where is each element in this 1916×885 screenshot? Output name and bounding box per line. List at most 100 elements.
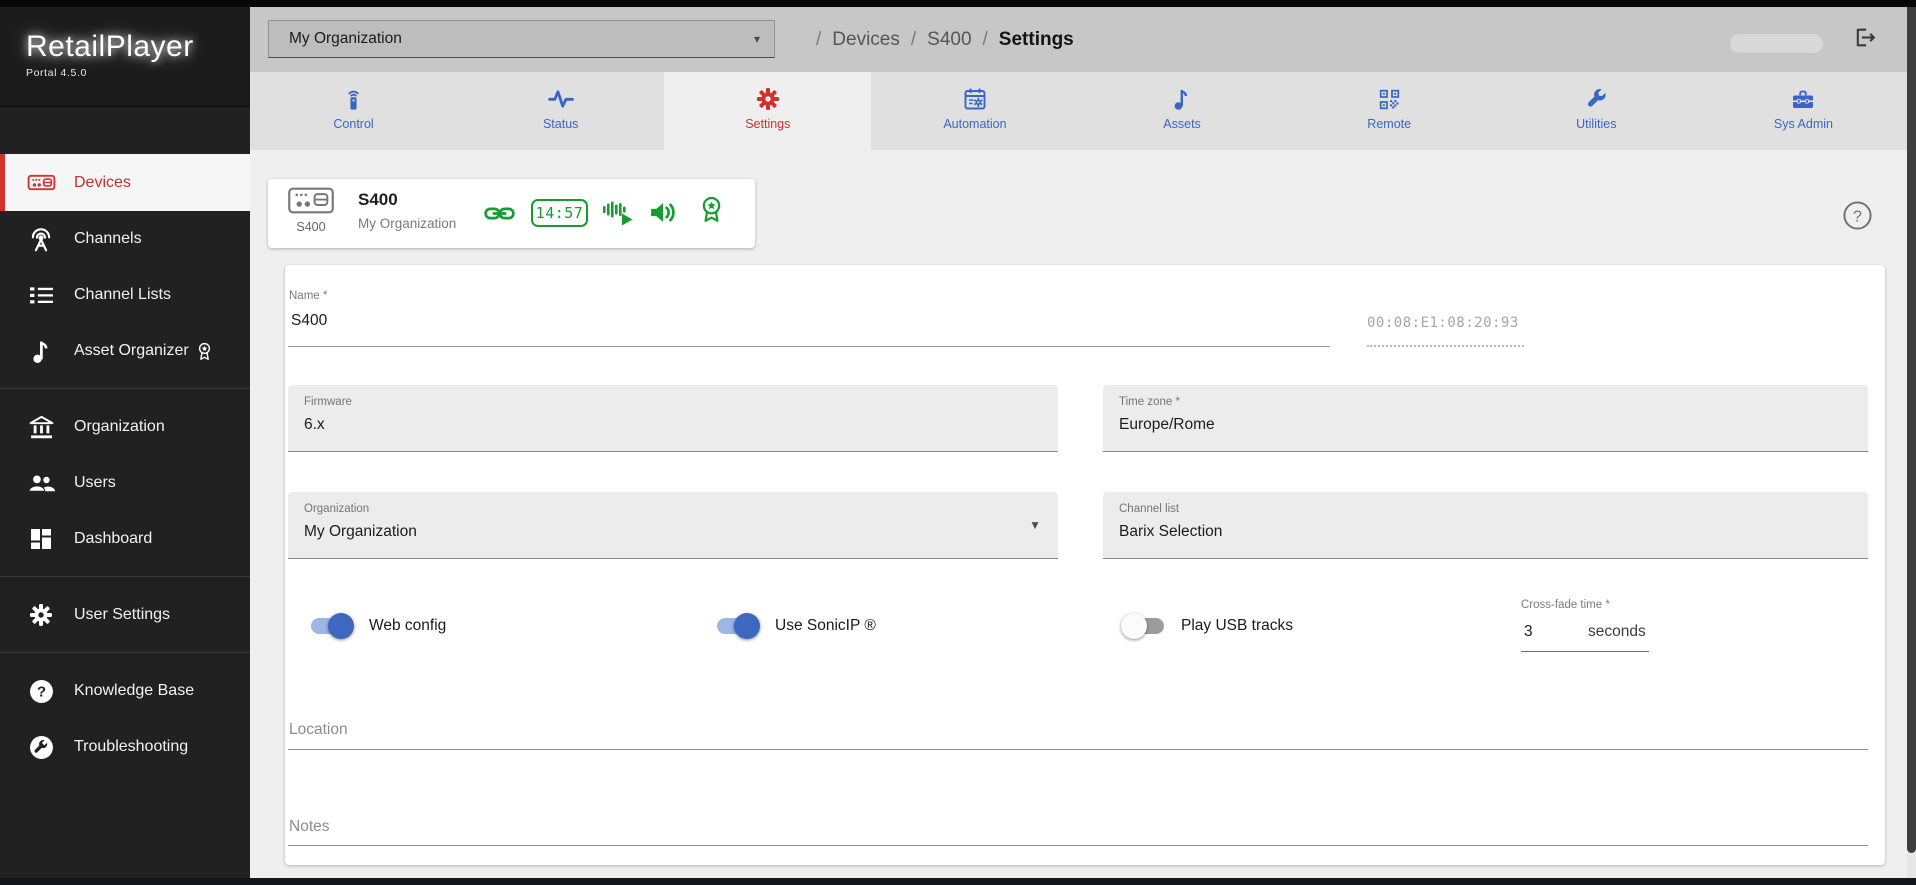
toggle-label: Web config (369, 617, 447, 634)
sidebar-item-label: Troubleshooting (74, 738, 189, 755)
notes-input[interactable]: Notes (289, 818, 330, 836)
music-note-icon (25, 335, 57, 367)
chevron-down-icon: ▼ (1029, 518, 1041, 532)
gear-icon (756, 85, 780, 113)
firmware-value: 6.x (304, 416, 325, 433)
sidebar-item-label: Knowledge Base (74, 682, 195, 699)
toggle-label: Use SonicIP ® (775, 617, 876, 634)
tab-automation[interactable]: Automation (871, 72, 1078, 150)
tab-status[interactable]: Status (457, 72, 664, 150)
breadcrumb-separator: / (982, 28, 988, 50)
remote-control-icon (342, 85, 365, 113)
list-icon (25, 279, 57, 311)
sidebar-item-users[interactable]: Users (0, 455, 250, 511)
tab-label: Settings (745, 117, 791, 131)
tab-label: Assets (1163, 117, 1201, 131)
tab-sys-admin[interactable]: Sys Admin (1700, 72, 1907, 150)
organization-select-value: My Organization (289, 30, 402, 47)
toggle-switch[interactable] (309, 613, 354, 639)
device-tab-bar: Control Status Settings Automation Asset… (250, 72, 1907, 150)
timezone-field[interactable]: Time zone * Europe/Rome (1103, 385, 1868, 452)
qr-code-icon (1378, 85, 1401, 113)
window-bottom-strip (0, 878, 1916, 885)
svg-text:?: ? (36, 683, 45, 700)
sidebar-item-organization[interactable]: Organization (0, 399, 250, 455)
use-sonicip-toggle[interactable]: Use SonicIP ® (715, 613, 876, 639)
device-summary-card[interactable]: S400 S400 My Organization 14:57 (268, 179, 755, 248)
tab-utilities[interactable]: Utilities (1493, 72, 1700, 150)
organization-value: My Organization (304, 523, 417, 540)
sidebar-item-asset-organizer[interactable]: Asset Organizer (0, 323, 250, 379)
ribbon-badge-icon (197, 342, 212, 361)
pulse-icon (547, 85, 574, 113)
device-type-block: S400 (281, 186, 341, 234)
location-input[interactable]: Location (289, 721, 348, 739)
tab-label: Utilities (1576, 117, 1617, 131)
logout-button[interactable] (1848, 26, 1878, 54)
breadcrumb-devices[interactable]: Devices (832, 29, 900, 51)
crossfade-underline (1521, 651, 1649, 652)
notes-underline (288, 845, 1868, 846)
scrollbar-thumb[interactable] (1907, 7, 1916, 853)
tab-label: Sys Admin (1773, 117, 1833, 131)
crossfade-unit: seconds (1588, 623, 1646, 640)
sidebar-item-label: Channel Lists (74, 286, 171, 303)
main-content: S400 S400 My Organization 14:57 ? Name *… (250, 150, 1907, 878)
brand-title: RetailPlayer (26, 30, 194, 63)
channel-list-label: Channel list (1119, 503, 1180, 515)
sidebar-item-label: Organization (74, 418, 165, 435)
sidebar-item-knowledge-base[interactable]: ? Knowledge Base (0, 663, 250, 719)
tab-control[interactable]: Control (250, 72, 457, 150)
sidebar-item-troubleshooting[interactable]: Troubleshooting (0, 719, 250, 775)
tab-label: Status (542, 117, 579, 131)
toggle-label: Play USB tracks (1181, 617, 1293, 634)
play-usb-tracks-toggle[interactable]: Play USB tracks (1121, 613, 1293, 639)
player-device-icon (286, 187, 336, 219)
organization-dropdown[interactable]: Organization My Organization ▼ (288, 492, 1058, 559)
organization-select[interactable]: My Organization ▾ (268, 20, 775, 58)
breadcrumb-device-name[interactable]: S400 (927, 29, 971, 51)
window-top-strip (0, 0, 1916, 7)
toolbox-icon (1791, 85, 1815, 113)
device-organization: My Organization (358, 216, 457, 231)
device-name: S400 (358, 190, 398, 209)
mac-address-field: 00:08:E1:08:20:93 (1367, 315, 1524, 347)
now-playing-icon (602, 200, 634, 226)
player-device-icon (25, 167, 57, 199)
toggle-switch[interactable] (1121, 613, 1166, 639)
organization-label: Organization (304, 503, 370, 515)
vertical-scrollbar[interactable] (1907, 7, 1916, 878)
tab-assets[interactable]: Assets (1079, 72, 1286, 150)
toggle-switch[interactable] (715, 613, 760, 639)
wrench-circle-icon (25, 731, 57, 763)
sidebar-nav: Devices Channels Channel Lists Asset Org… (0, 154, 250, 775)
calendar-gear-icon (963, 85, 987, 113)
user-badge[interactable] (1730, 34, 1823, 53)
crossfade-input[interactable]: 3 (1524, 623, 1533, 641)
tab-settings[interactable]: Settings (664, 72, 872, 150)
breadcrumb-separator: / (816, 28, 822, 50)
speaker-icon (649, 200, 676, 225)
tab-remote[interactable]: Remote (1286, 72, 1493, 150)
name-input[interactable]: S400 (291, 312, 327, 330)
gear-icon (25, 599, 57, 631)
svg-text:?: ? (1853, 208, 1862, 225)
device-clock-chip: 14:57 (531, 199, 588, 227)
channel-list-field[interactable]: Channel list Barix Selection (1103, 492, 1868, 559)
sidebar-item-channel-lists[interactable]: Channel Lists (0, 267, 250, 323)
sidebar-item-dashboard[interactable]: Dashboard (0, 511, 250, 567)
sidebar-item-devices[interactable]: Devices (0, 154, 250, 211)
device-settings-form: Name * S400 00:08:E1:08:20:93 Firmware 6… (285, 265, 1885, 865)
question-circle-icon: ? (25, 675, 57, 707)
sidebar-item-channels[interactable]: Channels (0, 211, 250, 267)
firmware-label: Firmware (304, 396, 352, 408)
help-button[interactable]: ? (1842, 200, 1873, 231)
bank-icon (25, 411, 57, 443)
firmware-field: Firmware 6.x (288, 385, 1058, 452)
sidebar-item-label: Devices (74, 173, 131, 191)
sidebar-item-label: Channels (74, 230, 142, 247)
people-icon (25, 467, 57, 499)
sidebar-item-label: Asset Organizer (74, 342, 189, 359)
web-config-toggle[interactable]: Web config (309, 613, 446, 639)
sidebar-item-user-settings[interactable]: User Settings (0, 587, 250, 643)
